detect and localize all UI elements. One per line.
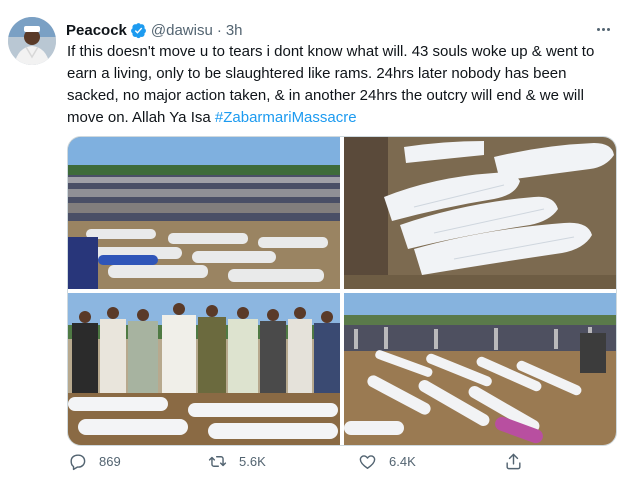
timestamp[interactable]: 3h — [226, 22, 243, 39]
like-count: 6.4K — [389, 454, 416, 469]
share-icon — [506, 453, 521, 470]
avatar[interactable] — [8, 17, 56, 65]
hashtag-link[interactable]: #ZabarmariMassacre — [215, 109, 357, 126]
tweet-actions: 869 5.6K 6.4K — [64, 452, 564, 476]
more-options-icon[interactable] — [592, 20, 614, 38]
handle[interactable]: @dawisu — [151, 22, 213, 39]
photo-officials[interactable] — [68, 293, 340, 445]
reply-count: 869 — [99, 454, 121, 469]
photo-burial-rows[interactable] — [344, 293, 616, 445]
separator-dot: · — [216, 21, 222, 39]
display-name[interactable]: Peacock — [66, 22, 127, 39]
tweet-header: Peacock @dawisu · 3h — [66, 20, 243, 40]
like-button[interactable]: 6.4K — [358, 452, 416, 471]
reply-icon — [70, 454, 86, 471]
tweet-card[interactable]: Peacock @dawisu · 3h If this doesn't mov… — [0, 0, 640, 482]
photo-crowd-prayer[interactable] — [68, 137, 340, 289]
reply-button[interactable]: 869 — [68, 452, 121, 471]
like-icon — [359, 455, 376, 469]
tweet-text: If this doesn't move u to tears i dont k… — [67, 41, 619, 129]
photo-shrouded-bodies[interactable] — [344, 137, 616, 289]
retweet-button[interactable]: 5.6K — [208, 452, 266, 471]
share-button[interactable] — [504, 452, 535, 471]
media-grid — [67, 136, 617, 446]
verified-badge-icon — [130, 22, 146, 38]
retweet-count: 5.6K — [239, 454, 266, 469]
retweet-icon — [208, 456, 227, 467]
